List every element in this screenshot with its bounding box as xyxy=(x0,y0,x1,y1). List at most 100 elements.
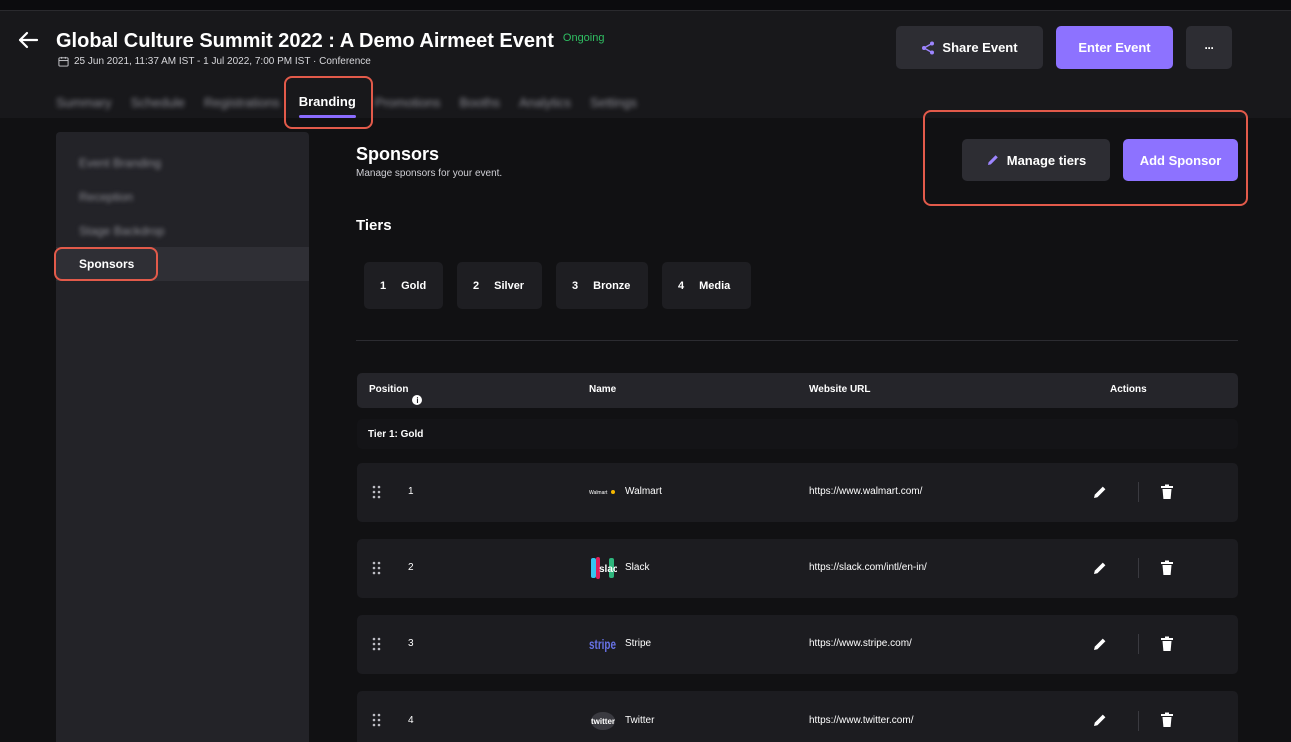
sponsor-name: Twitter xyxy=(625,715,655,726)
more-options-button[interactable]: ··· xyxy=(1186,26,1232,69)
column-header-actions: Actions xyxy=(1110,384,1147,395)
tab-booths[interactable]: Booths xyxy=(460,95,500,110)
trash-icon[interactable] xyxy=(1160,712,1174,728)
sponsor-url: https://www.twitter.com/ xyxy=(809,715,914,726)
tier-number: 2 xyxy=(473,279,480,292)
action-separator xyxy=(1138,711,1139,731)
tier-group-header: Tier 1: Gold xyxy=(357,419,1238,449)
column-header-position-label: Position xyxy=(369,384,409,395)
drag-handle-icon[interactable] xyxy=(372,713,381,727)
edit-icon[interactable] xyxy=(1092,484,1108,500)
tier-number: 4 xyxy=(678,279,685,292)
column-header-url: Website URL xyxy=(809,384,871,395)
enter-event-button[interactable]: Enter Event xyxy=(1056,26,1173,69)
add-sponsor-label: Add Sponsor xyxy=(1139,152,1222,168)
sidebar-item-sponsors[interactable]: Sponsors xyxy=(56,247,309,281)
more-options-icon: ··· xyxy=(1204,40,1215,55)
section-divider xyxy=(356,340,1238,341)
sponsor-position: 3 xyxy=(408,638,414,649)
tier-chip-silver[interactable]: 2 Silver xyxy=(457,262,542,309)
sponsor-name: Walmart xyxy=(625,486,662,497)
action-separator xyxy=(1138,558,1139,578)
sponsor-position: 4 xyxy=(408,715,414,726)
branding-sidebar: Event Branding Reception Stage Backdrop … xyxy=(56,132,309,742)
tier-group-label: Tier 1: Gold xyxy=(368,429,424,440)
enter-event-label: Enter Event xyxy=(1078,40,1151,55)
edit-icon[interactable] xyxy=(1092,560,1108,576)
drag-handle-icon[interactable] xyxy=(372,485,381,499)
twitter-logo: twitter xyxy=(589,708,617,734)
sidebar-item-stage-backdrop[interactable]: Stage Backdrop xyxy=(79,224,164,238)
table-row: 2 slack Slack https://slack.com/intl/en-… xyxy=(357,539,1238,598)
event-dates: 25 Jun 2021, 11:37 AM IST - 1 Jul 2022, … xyxy=(74,56,371,67)
column-header-position: Position i xyxy=(369,384,423,405)
back-arrow-icon[interactable] xyxy=(16,28,40,52)
sidebar-item-event-branding[interactable]: Event Branding xyxy=(79,156,161,170)
add-sponsor-button[interactable]: Add Sponsor xyxy=(1123,139,1238,181)
walmart-logo: Walmart xyxy=(589,479,617,505)
edit-icon[interactable] xyxy=(1092,636,1108,652)
tab-summary[interactable]: Summary xyxy=(56,95,112,110)
stripe-logo: stripe xyxy=(589,631,617,657)
tier-name: Silver xyxy=(494,279,525,292)
event-tabs: Summary Schedule Registrations Branding … xyxy=(56,86,656,119)
tab-settings[interactable]: Settings xyxy=(590,95,637,110)
event-meta: 25 Jun 2021, 11:37 AM IST - 1 Jul 2022, … xyxy=(58,56,371,67)
tab-analytics[interactable]: Analytics xyxy=(519,95,571,110)
table-row: 3 stripe Stripe https://www.stripe.com/ xyxy=(357,615,1238,674)
info-icon[interactable]: i xyxy=(412,395,423,405)
sponsor-url: https://www.stripe.com/ xyxy=(809,638,912,649)
slack-logo: slack xyxy=(589,555,617,581)
event-title-row: Global Culture Summit 2022 : A Demo Airm… xyxy=(56,30,604,53)
tab-schedule[interactable]: Schedule xyxy=(131,95,185,110)
table-row: 1 Walmart Walmart https://www.walmart.co… xyxy=(357,463,1238,522)
sponsor-url: https://www.walmart.com/ xyxy=(809,486,923,497)
sidebar-item-reception[interactable]: Reception xyxy=(79,190,133,204)
sponsor-position: 2 xyxy=(408,562,414,573)
table-row: 4 twitter Twitter https://www.twitter.co… xyxy=(357,691,1238,742)
sidebar-item-sponsors-label: Sponsors xyxy=(79,257,135,271)
tier-chip-bronze[interactable]: 3 Bronze xyxy=(556,262,648,309)
pencil-icon xyxy=(987,155,998,165)
column-header-name: Name xyxy=(589,384,617,395)
trash-icon[interactable] xyxy=(1160,636,1174,652)
action-separator xyxy=(1138,634,1139,654)
sponsor-url: https://slack.com/intl/en-in/ xyxy=(809,562,927,573)
tiers-heading: Tiers xyxy=(356,217,392,234)
calendar-icon xyxy=(58,56,69,67)
share-event-button[interactable]: Share Event xyxy=(896,26,1043,69)
sponsor-name: Slack xyxy=(625,562,650,573)
share-event-label: Share Event xyxy=(942,40,1018,55)
action-separator xyxy=(1138,482,1139,502)
page-subtitle: Manage sponsors for your event. xyxy=(356,168,503,179)
tab-registrations[interactable]: Registrations xyxy=(204,95,280,110)
manage-tiers-label: Manage tiers xyxy=(1006,152,1087,168)
page-title: Sponsors xyxy=(356,144,440,164)
window-top-strip xyxy=(0,0,1291,11)
trash-icon[interactable] xyxy=(1160,484,1174,500)
status-badge: Ongoing xyxy=(562,32,605,44)
walmart-logo-text: Walmart xyxy=(589,490,608,496)
tier-name: Media xyxy=(699,279,731,292)
tier-number: 3 xyxy=(572,279,579,292)
event-title: Global Culture Summit 2022 : A Demo Airm… xyxy=(56,30,554,52)
tier-chip-gold[interactable]: 1 Gold xyxy=(364,262,443,309)
stripe-logo-text: stripe xyxy=(589,636,616,652)
edit-icon[interactable] xyxy=(1092,712,1108,728)
sponsor-position: 1 xyxy=(408,486,414,497)
tier-name: Bronze xyxy=(593,279,631,292)
tab-branding[interactable]: Branding xyxy=(298,94,356,118)
tier-chip-media[interactable]: 4 Media xyxy=(662,262,751,309)
drag-handle-icon[interactable] xyxy=(372,561,381,575)
sponsors-table-header: Position i Name Website URL Actions xyxy=(357,373,1238,408)
sponsor-name: Stripe xyxy=(625,638,652,649)
tier-number: 1 xyxy=(380,279,387,292)
drag-handle-icon[interactable] xyxy=(372,637,381,651)
trash-icon[interactable] xyxy=(1160,560,1174,576)
slack-logo-text: slack xyxy=(599,564,617,575)
share-icon xyxy=(922,41,935,54)
tab-promotions[interactable]: Promotions xyxy=(375,95,441,110)
twitter-logo-text: twitter xyxy=(591,717,615,726)
manage-tiers-button[interactable]: Manage tiers xyxy=(962,139,1110,181)
tier-name: Gold xyxy=(401,279,427,292)
